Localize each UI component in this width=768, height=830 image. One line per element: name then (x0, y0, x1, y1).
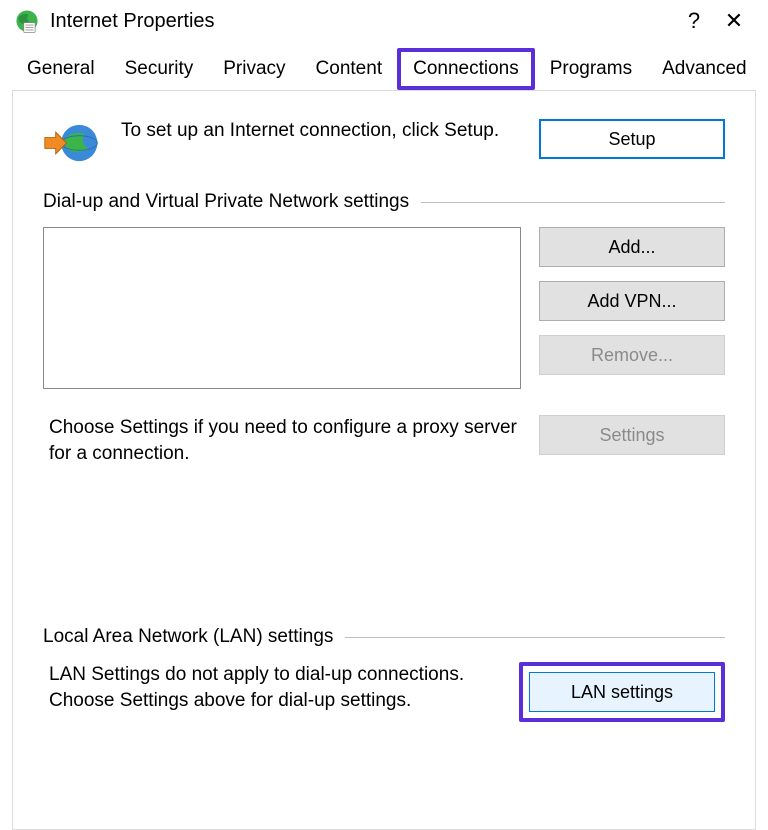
add-button[interactable]: Add... (539, 227, 725, 267)
help-button[interactable]: ? (674, 8, 714, 34)
tab-strip: General Security Privacy Content Connect… (12, 48, 756, 90)
globe-arrow-icon (43, 119, 101, 167)
lan-description: LAN Settings do not apply to dial-up con… (43, 662, 501, 713)
internet-options-icon (14, 8, 40, 34)
tab-privacy[interactable]: Privacy (208, 49, 300, 90)
divider (345, 637, 725, 638)
add-vpn-button[interactable]: Add VPN... (539, 281, 725, 321)
dialup-listbox[interactable] (43, 227, 521, 389)
setup-description: To set up an Internet connection, click … (121, 119, 519, 144)
group-lan-label: Local Area Network (LAN) settings (43, 626, 725, 648)
settings-button: Settings (539, 415, 725, 455)
setup-button[interactable]: Setup (539, 119, 725, 159)
window-title: Internet Properties (50, 10, 674, 33)
divider (421, 202, 725, 203)
remove-button: Remove... (539, 335, 725, 375)
close-button[interactable]: ✕ (714, 8, 754, 34)
tab-advanced[interactable]: Advanced (647, 49, 762, 90)
tab-programs[interactable]: Programs (535, 49, 647, 90)
proxy-description: Choose Settings if you need to configure… (43, 415, 521, 466)
lan-settings-button[interactable]: LAN settings (529, 672, 715, 712)
tab-connections[interactable]: Connections (397, 48, 535, 90)
tab-content[interactable]: Content (301, 49, 398, 90)
tab-general[interactable]: General (12, 49, 110, 90)
tab-security[interactable]: Security (110, 49, 209, 90)
tab-panel: To set up an Internet connection, click … (12, 90, 756, 830)
group-dialup-label-text: Dial-up and Virtual Private Network sett… (43, 191, 409, 213)
titlebar: Internet Properties ? ✕ (0, 0, 768, 38)
lan-button-highlight: LAN settings (519, 662, 725, 722)
group-dialup-label: Dial-up and Virtual Private Network sett… (43, 191, 725, 213)
group-lan-label-text: Local Area Network (LAN) settings (43, 626, 333, 648)
